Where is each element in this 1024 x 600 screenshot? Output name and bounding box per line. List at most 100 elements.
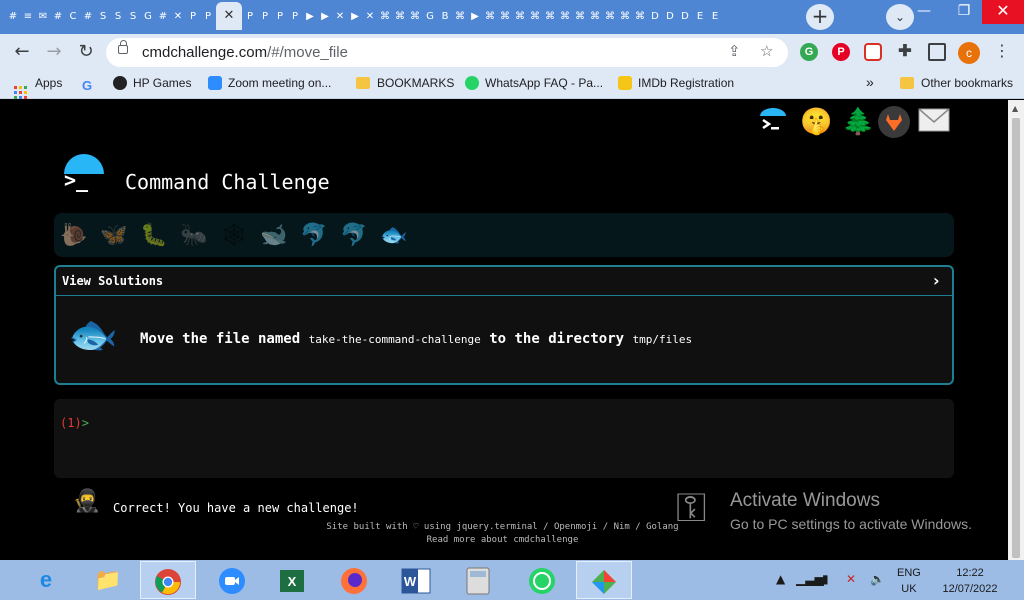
network-error-icon[interactable]: ✕ (846, 572, 856, 586)
profile-avatar[interactable]: c (958, 42, 980, 64)
whatsapp-taskbar-icon[interactable] (514, 561, 570, 599)
browser-tab[interactable]: S (96, 8, 110, 26)
bookmark-imdb[interactable]: IMDb Registration (618, 76, 734, 90)
bookmark-google[interactable]: G (82, 76, 102, 93)
browser-tab[interactable]: ⌘ (588, 8, 602, 26)
network-signal-icon[interactable]: ▁▃▅ (796, 572, 824, 586)
bookmarks-overflow-button[interactable]: » (866, 74, 874, 90)
browser-tab[interactable]: G (423, 8, 437, 26)
terminal-input[interactable]: (1)> (54, 399, 954, 478)
footer-credits[interactable]: Site built with ♡ using jquery.terminal … (290, 521, 715, 534)
browser-tab[interactable]: ▶ (348, 8, 362, 26)
browser-tab[interactable]: P (273, 8, 287, 26)
back-button[interactable]: ← (8, 38, 36, 66)
browser-tab[interactable]: S (126, 8, 140, 26)
toggle-extension-icon[interactable] (864, 43, 882, 61)
chevron-right-icon[interactable]: › (933, 271, 940, 290)
browser-tab[interactable]: G (141, 8, 155, 26)
browser-tab[interactable]: C (66, 8, 80, 26)
browser-tab[interactable]: E (693, 8, 707, 26)
other-bookmarks[interactable]: Other bookmarks (900, 76, 1013, 90)
bookmark-apps[interactable]: Apps (14, 76, 62, 99)
browser-tab[interactable]: E (708, 8, 722, 26)
browser-tab[interactable]: ⌘ (498, 8, 512, 26)
browser-tab[interactable]: ▶ (303, 8, 317, 26)
gitlab-icon[interactable] (878, 106, 910, 145)
share-icon[interactable]: ⇪ (728, 42, 741, 60)
language-indicator[interactable]: ENG UK (897, 565, 921, 597)
url-text[interactable]: cmdchallenge.com/#/move_file (142, 44, 348, 61)
system-clock[interactable]: 12:22 12/07/2022 (938, 565, 1002, 597)
browser-tab[interactable]: ✉ (36, 8, 50, 26)
browser-tab[interactable]: P (186, 8, 200, 26)
shushing-face-icon[interactable]: 🤫 (800, 106, 832, 137)
extensions-puzzle-icon[interactable]: ✚ (896, 43, 914, 61)
whale-icon[interactable]: 🐋 (260, 222, 287, 248)
tree-icon[interactable]: 🌲 (842, 106, 874, 137)
tab-active-close-button[interactable]: ✕ (216, 2, 242, 30)
browser-tab[interactable]: P (201, 8, 215, 26)
view-solutions-header[interactable]: View Solutions › (56, 267, 952, 296)
fish-icon[interactable]: 🐟 (380, 222, 407, 248)
grammarly-extension-icon[interactable]: G (800, 43, 818, 61)
scroll-up-icon[interactable]: ▲ (1012, 104, 1018, 113)
browser-tab[interactable]: ≡ (21, 8, 35, 26)
browser-tab[interactable]: ⌘ (483, 8, 497, 26)
mail-icon[interactable] (918, 108, 950, 139)
forward-button[interactable]: → (40, 38, 68, 66)
new-tab-button[interactable]: + (806, 4, 834, 30)
browser-tab[interactable]: ⌘ (408, 8, 422, 26)
terminal-icon[interactable] (758, 106, 788, 143)
butterfly-icon[interactable]: 🦋 (100, 222, 127, 248)
maximize-button[interactable]: ❐ (944, 0, 984, 28)
browser-tab[interactable]: ⌘ (603, 8, 617, 26)
page-scrollbar[interactable]: ▲ (1008, 100, 1024, 560)
close-window-button[interactable]: ✕ (982, 0, 1024, 24)
chrome-icon[interactable] (140, 561, 196, 599)
snail-icon[interactable]: 🐌 (60, 222, 87, 248)
browser-tab[interactable]: ⌘ (393, 8, 407, 26)
browser-tab[interactable]: ✕ (333, 8, 347, 26)
show-hidden-icons-button[interactable]: ▲ (776, 572, 785, 586)
browser-tab[interactable]: ⌘ (558, 8, 572, 26)
dolphin-2-icon[interactable]: 🐬 (340, 222, 367, 248)
snipping-tool-icon[interactable] (576, 561, 632, 599)
word-icon[interactable]: W (388, 561, 444, 599)
ant-icon[interactable]: 🐜 (180, 222, 207, 248)
browser-tab[interactable]: ⌘ (513, 8, 527, 26)
dolphin-icon[interactable]: 🐬 (300, 222, 327, 248)
file-explorer-icon[interactable]: 📁 (80, 561, 136, 599)
browser-tab[interactable]: ▶ (468, 8, 482, 26)
bookmark-zoom[interactable]: Zoom meeting on... (208, 76, 331, 90)
bookmark-hp-games[interactable]: HP Games (113, 76, 191, 90)
browser-tab[interactable]: S (111, 8, 125, 26)
page-title[interactable]: Command Challenge (125, 170, 330, 194)
calculator-icon[interactable] (450, 561, 506, 599)
reload-button[interactable]: ↻ (72, 38, 100, 66)
browser-tab[interactable]: # (81, 8, 95, 26)
browser-tab[interactable]: P (288, 8, 302, 26)
browser-tab[interactable]: D (663, 8, 677, 26)
browser-tab[interactable]: # (6, 8, 20, 26)
bookmark-whatsapp-faq[interactable]: WhatsApp FAQ - Pa... (465, 76, 603, 90)
browser-tab[interactable]: ⌘ (573, 8, 587, 26)
browser-tab[interactable]: D (648, 8, 662, 26)
browser-tab[interactable]: # (51, 8, 65, 26)
minimize-button[interactable]: — (904, 0, 944, 28)
battery-icon[interactable]: ▮ (822, 572, 829, 586)
browser-tab[interactable]: ✕ (171, 8, 185, 26)
caterpillar-icon[interactable]: 🐛 (140, 222, 167, 248)
browser-tab[interactable]: P (243, 8, 257, 26)
browser-tab[interactable]: ▶ (318, 8, 332, 26)
bookmark-folder-bookmarks[interactable]: BOOKMARKS (356, 76, 454, 90)
browser-tab[interactable]: ⌘ (618, 8, 632, 26)
browser-tab[interactable]: ⌘ (528, 8, 542, 26)
browser-tab[interactable]: P (258, 8, 272, 26)
browser-tab[interactable]: # (156, 8, 170, 26)
browser-tab[interactable]: ⌘ (378, 8, 392, 26)
footer-read-more-link[interactable]: Read more about cmdchallenge (290, 534, 715, 547)
browser-tab[interactable]: ⌘ (633, 8, 647, 26)
browser-tab[interactable]: ⌘ (543, 8, 557, 26)
browser-tab[interactable]: D (678, 8, 692, 26)
browser-tab[interactable]: B (438, 8, 452, 26)
